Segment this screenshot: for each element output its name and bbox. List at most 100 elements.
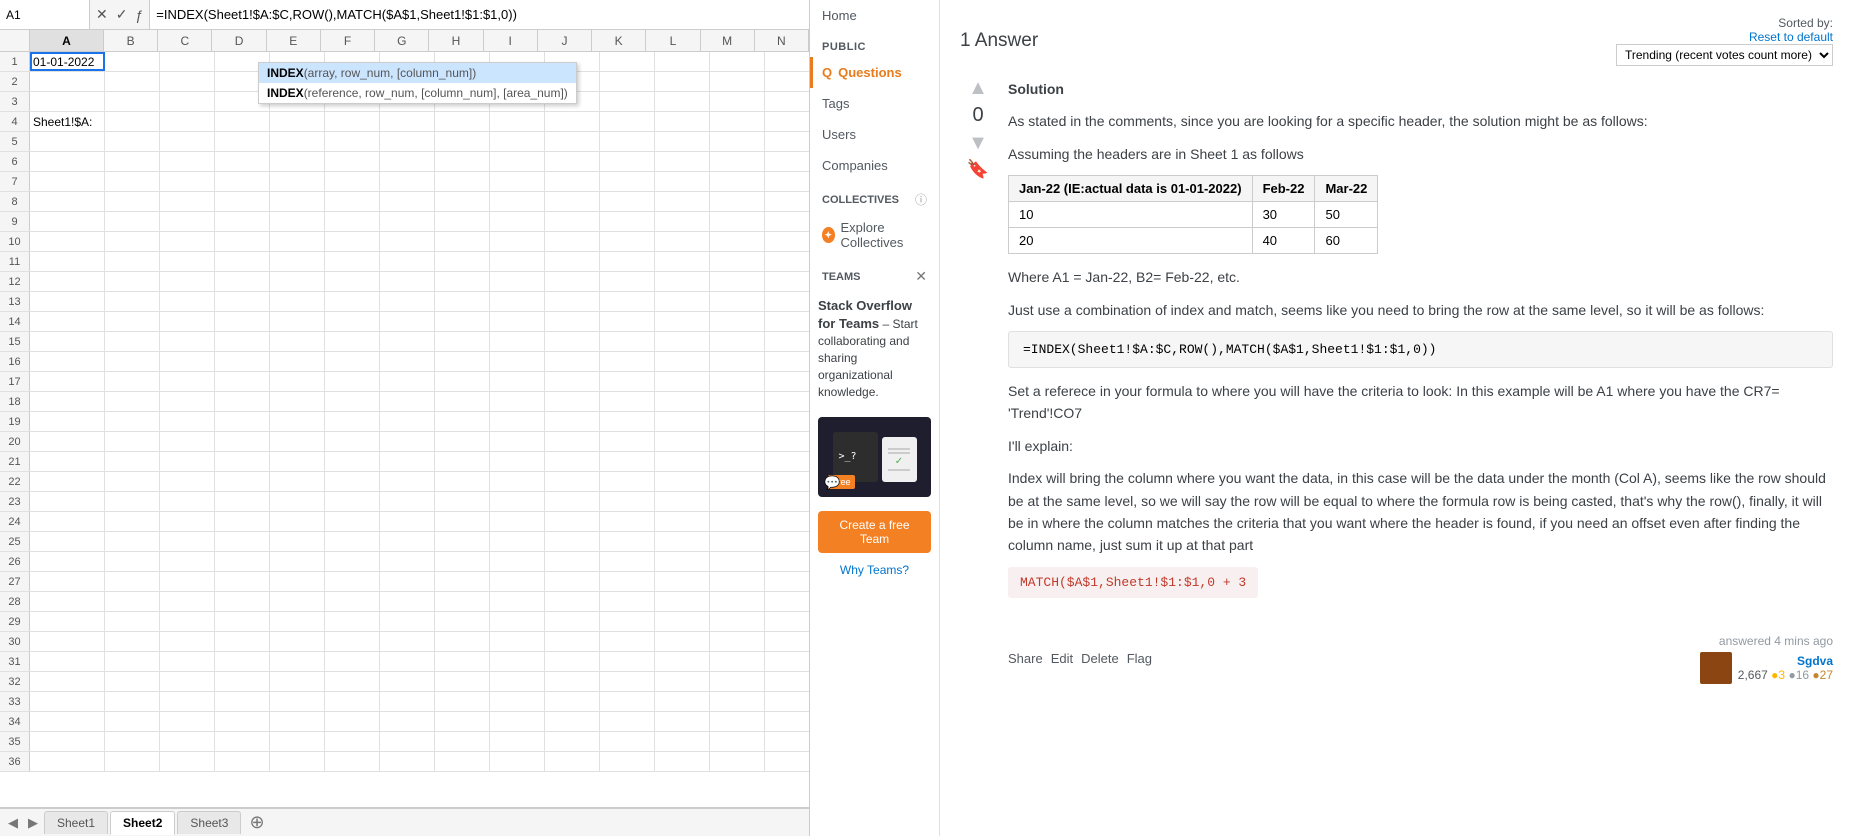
grid-cell[interactable] <box>270 412 325 431</box>
col-header-j[interactable]: J <box>538 30 592 51</box>
grid-cell[interactable] <box>380 112 435 131</box>
grid-cell[interactable] <box>490 272 545 291</box>
grid-cell[interactable] <box>160 252 215 271</box>
grid-cell[interactable] <box>270 732 325 751</box>
col-header-i[interactable]: I <box>484 30 538 51</box>
grid-cell[interactable] <box>30 732 105 751</box>
grid-cell[interactable] <box>710 332 765 351</box>
grid-cell[interactable] <box>765 52 809 71</box>
grid-cell[interactable] <box>435 432 490 451</box>
grid-cell[interactable] <box>490 652 545 671</box>
grid-cell[interactable] <box>435 512 490 531</box>
grid-cell[interactable] <box>270 232 325 251</box>
grid-cell[interactable] <box>655 532 710 551</box>
grid-cell[interactable] <box>30 232 105 251</box>
grid-cell[interactable] <box>435 372 490 391</box>
grid-cell[interactable] <box>490 372 545 391</box>
grid-cell[interactable] <box>325 472 380 491</box>
grid-cell[interactable] <box>160 552 215 571</box>
grid-cell[interactable] <box>215 512 270 531</box>
grid-cell[interactable] <box>105 752 160 771</box>
grid-cell[interactable] <box>105 232 160 251</box>
grid-cell[interactable] <box>325 732 380 751</box>
grid-cell[interactable] <box>490 712 545 731</box>
grid-cell[interactable] <box>215 452 270 471</box>
grid-cell[interactable] <box>160 612 215 631</box>
grid-cell[interactable] <box>380 512 435 531</box>
grid-cell[interactable] <box>215 752 270 771</box>
grid-cell[interactable] <box>105 132 160 151</box>
grid-cell[interactable] <box>160 532 215 551</box>
grid-cell[interactable] <box>160 272 215 291</box>
grid-cell[interactable]: Sheet1!$A: <box>30 112 105 131</box>
grid-cell[interactable] <box>160 232 215 251</box>
grid-cell[interactable] <box>215 592 270 611</box>
grid-cell[interactable] <box>30 332 105 351</box>
sidebar-item-questions[interactable]: Q Questions <box>810 57 939 88</box>
grid-cell[interactable] <box>765 112 809 131</box>
grid-cell[interactable] <box>105 272 160 291</box>
grid-cell[interactable] <box>600 552 655 571</box>
grid-cell[interactable] <box>600 492 655 511</box>
grid-cell[interactable] <box>545 452 600 471</box>
grid-cell[interactable] <box>160 292 215 311</box>
grid-cell[interactable] <box>765 552 809 571</box>
user-name[interactable]: Sgdva <box>1738 654 1833 668</box>
col-header-n[interactable]: N <box>755 30 809 51</box>
grid-cell[interactable] <box>105 252 160 271</box>
grid-cell[interactable] <box>710 492 765 511</box>
grid-cell[interactable] <box>710 652 765 671</box>
grid-cell[interactable] <box>435 152 490 171</box>
grid-cell[interactable] <box>765 272 809 291</box>
grid-cell[interactable] <box>160 452 215 471</box>
delete-link[interactable]: Delete <box>1081 651 1119 666</box>
grid-cell[interactable] <box>30 672 105 691</box>
grid-cell[interactable] <box>655 632 710 651</box>
grid-cell[interactable] <box>765 352 809 371</box>
grid-cell[interactable] <box>710 672 765 691</box>
grid-cell[interactable] <box>490 732 545 751</box>
grid-cell[interactable] <box>710 472 765 491</box>
grid-cell[interactable] <box>380 152 435 171</box>
grid-cell[interactable] <box>325 312 380 331</box>
grid-cell[interactable] <box>600 192 655 211</box>
grid-cell[interactable] <box>600 232 655 251</box>
grid-cell[interactable] <box>600 712 655 731</box>
grid-cell[interactable] <box>215 312 270 331</box>
grid-cell[interactable] <box>270 432 325 451</box>
grid-cell[interactable] <box>655 192 710 211</box>
grid-cell[interactable] <box>490 532 545 551</box>
grid-cell[interactable] <box>600 172 655 191</box>
grid-cell[interactable] <box>655 292 710 311</box>
grid-cell[interactable] <box>380 232 435 251</box>
grid-cell[interactable] <box>710 392 765 411</box>
grid-cell[interactable] <box>435 352 490 371</box>
grid-cell[interactable] <box>30 72 105 91</box>
grid-cell[interactable] <box>710 272 765 291</box>
grid-cell[interactable] <box>30 592 105 611</box>
grid-cell[interactable] <box>325 632 380 651</box>
grid-cell[interactable] <box>380 692 435 711</box>
sheet-tab-1[interactable]: Sheet1 <box>44 811 108 834</box>
grid-cell[interactable] <box>600 212 655 231</box>
grid-cell[interactable] <box>215 372 270 391</box>
autocomplete-popup[interactable]: INDEX(array, row_num, [column_num]) INDE… <box>258 62 577 104</box>
grid-cell[interactable] <box>215 732 270 751</box>
grid-cell[interactable] <box>655 732 710 751</box>
grid-cell[interactable] <box>30 572 105 591</box>
grid-cell[interactable] <box>105 512 160 531</box>
grid-cell[interactable] <box>105 712 160 731</box>
grid-cell[interactable] <box>325 692 380 711</box>
grid-cell[interactable] <box>270 752 325 771</box>
grid-cell[interactable] <box>325 272 380 291</box>
grid-cell[interactable] <box>30 432 105 451</box>
grid-cell[interactable] <box>765 172 809 191</box>
grid-cell[interactable] <box>600 652 655 671</box>
grid-cell[interactable] <box>105 672 160 691</box>
teams-close-icon[interactable]: ✕ <box>915 268 927 285</box>
autocomplete-item-2[interactable]: INDEX(reference, row_num, [column_num], … <box>259 83 576 103</box>
grid-cell[interactable] <box>380 212 435 231</box>
col-header-e[interactable]: E <box>267 30 321 51</box>
grid-cell[interactable] <box>710 152 765 171</box>
grid-cell[interactable] <box>215 172 270 191</box>
